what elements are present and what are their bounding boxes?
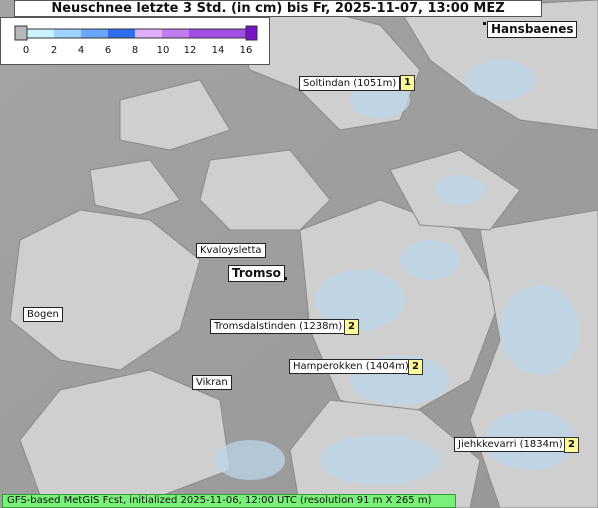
map-title: Neuschnee letzte 3 Std. (in cm) bis Fr, … [14,0,542,17]
legend-tick: 0 [22,45,30,56]
legend-tick: 16 [239,45,253,56]
forecast-info-footer: GFS-based MetGIS Fcst, initialized 2025-… [2,494,456,508]
legend-tick: 4 [77,45,85,56]
legend-tick: 2 [50,45,58,56]
legend-tick: 14 [211,45,225,56]
snow-value-badge: 2 [564,437,579,453]
location-marker [483,22,486,25]
legend-tick: 10 [156,45,170,56]
snow-value-badge: 2 [408,359,423,375]
legend-colorbar [14,25,258,41]
legend-tick: 8 [131,45,139,56]
snow-value-badge: 2 [344,319,359,335]
place-label-kvaloysletta[interactable]: Kvaloysletta [196,243,266,258]
snow-value-badge: 1 [400,75,415,91]
place-label-tromso[interactable]: Tromso [228,265,285,282]
place-label-jiehkkevarri[interactable]: Jiehkkevarri (1834m) [454,437,567,452]
legend-tick: 12 [183,45,197,56]
location-marker [284,277,287,280]
legend-tick: 6 [104,45,112,56]
place-label-soltindan[interactable]: Soltindan (1051m) [299,76,401,91]
place-label-tromsdalstinden[interactable]: Tromsdalstinden (1238m) [210,319,347,334]
place-label-hamperokken[interactable]: Hamperokken (1404m) [289,359,413,374]
place-label-hansbaenes[interactable]: Hansbaenes [487,21,578,38]
place-label-bogen[interactable]: Bogen [23,307,63,322]
snow-legend: 0 2 4 6 8 10 12 14 16 [0,17,270,65]
place-label-vikran[interactable]: Vikran [192,375,232,390]
